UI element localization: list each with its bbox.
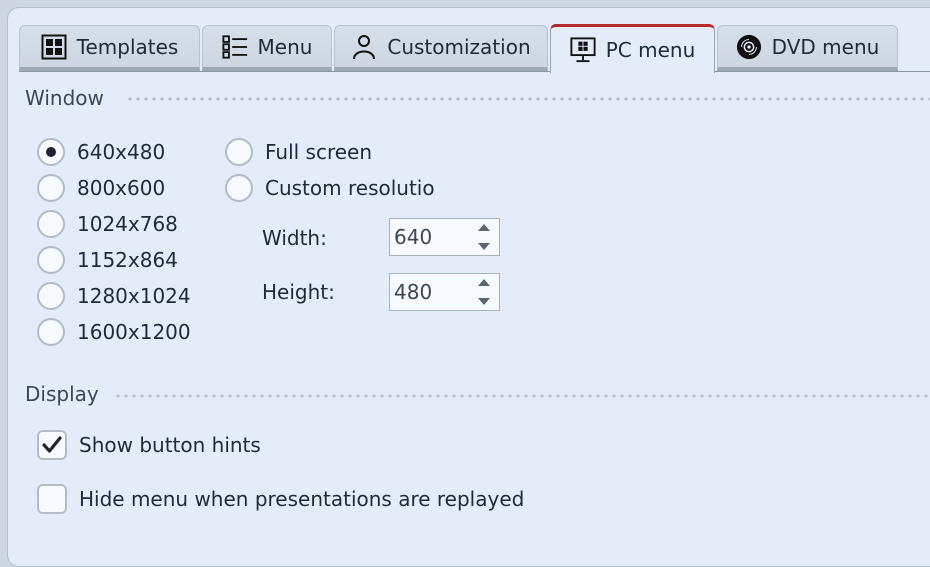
tab-label: Customization [387, 34, 531, 59]
checkbox[interactable] [37, 430, 67, 460]
increment-arrow-icon[interactable] [478, 279, 490, 286]
radio-button[interactable] [37, 174, 65, 202]
radio-custom-resolution[interactable]: Custom resolutio [225, 174, 435, 202]
radio-full-screen[interactable]: Full screen [225, 138, 372, 166]
tab-dvd-menu[interactable]: DVD menu [717, 25, 898, 71]
tab-customization[interactable]: Customization [334, 25, 548, 71]
radio-button[interactable] [37, 210, 65, 238]
decrement-arrow-icon[interactable] [478, 298, 490, 305]
radio-label: 800x600 [77, 176, 166, 200]
height-spin-arrows [478, 279, 490, 305]
monitor-windows-icon [570, 37, 596, 63]
tab-pc-menu[interactable]: PC menu [550, 24, 715, 73]
tab-baseline [19, 71, 930, 72]
increment-arrow-icon[interactable] [478, 224, 490, 231]
checkbox-label: Show button hints [79, 433, 261, 457]
tab-bar: Templates Menu Customization PC menu DVD… [19, 24, 930, 73]
radio-label: 640x480 [77, 140, 166, 164]
grid-icon [41, 34, 67, 60]
height-spinbox [389, 273, 500, 311]
checkmark-icon [42, 436, 62, 453]
section-divider [126, 97, 930, 101]
radio-selected-dot [46, 147, 56, 157]
radio-button[interactable] [37, 318, 65, 346]
radio-button[interactable] [37, 138, 65, 166]
height-input[interactable] [390, 279, 470, 305]
checkbox-hide-menu[interactable]: Hide menu when presentations are replaye… [37, 484, 524, 514]
checkbox[interactable] [37, 484, 67, 514]
width-spin-arrows [478, 224, 490, 250]
radio-label: 1280x1024 [77, 284, 191, 308]
radio-button[interactable] [225, 138, 253, 166]
radio-label: 1024x768 [77, 212, 178, 236]
height-label: Height: [262, 280, 335, 304]
width-input[interactable] [390, 224, 470, 250]
width-label: Width: [262, 226, 327, 250]
tab-label: DVD menu [771, 34, 880, 59]
section-title-window: Window [25, 86, 104, 110]
radio-label: 1600x1200 [77, 320, 191, 344]
radio-resolution-1600x1200[interactable]: 1600x1200 [37, 318, 191, 346]
radio-resolution-800x600[interactable]: 800x600 [37, 174, 165, 202]
radio-label: 1152x864 [77, 248, 178, 272]
radio-resolution-1152x864[interactable]: 1152x864 [37, 246, 178, 274]
checkbox-label: Hide menu when presentations are replaye… [79, 487, 525, 511]
section-title-display: Display [25, 382, 99, 406]
disc-icon [736, 34, 762, 60]
tab-label: Menu [257, 34, 313, 59]
radio-resolution-1280x1024[interactable]: 1280x1024 [37, 282, 191, 310]
tab-label: Templates [76, 34, 179, 59]
decrement-arrow-icon[interactable] [478, 243, 490, 250]
section-divider [114, 394, 930, 398]
radio-button[interactable] [225, 174, 253, 202]
tab-templates[interactable]: Templates [19, 25, 200, 71]
radio-label: Full screen [265, 140, 373, 164]
radio-button[interactable] [37, 282, 65, 310]
radio-resolution-640x480[interactable]: 640x480 [37, 138, 165, 166]
list-icon [221, 34, 248, 60]
tab-label: PC menu [605, 38, 696, 62]
tab-menu[interactable]: Menu [202, 25, 332, 71]
width-spinbox [389, 218, 500, 256]
radio-resolution-1024x768[interactable]: 1024x768 [37, 210, 178, 238]
radio-button[interactable] [37, 246, 65, 274]
person-icon [351, 34, 377, 60]
radio-label: Custom resolutio [265, 176, 435, 200]
checkbox-show-button-hints[interactable]: Show button hints [37, 430, 261, 460]
